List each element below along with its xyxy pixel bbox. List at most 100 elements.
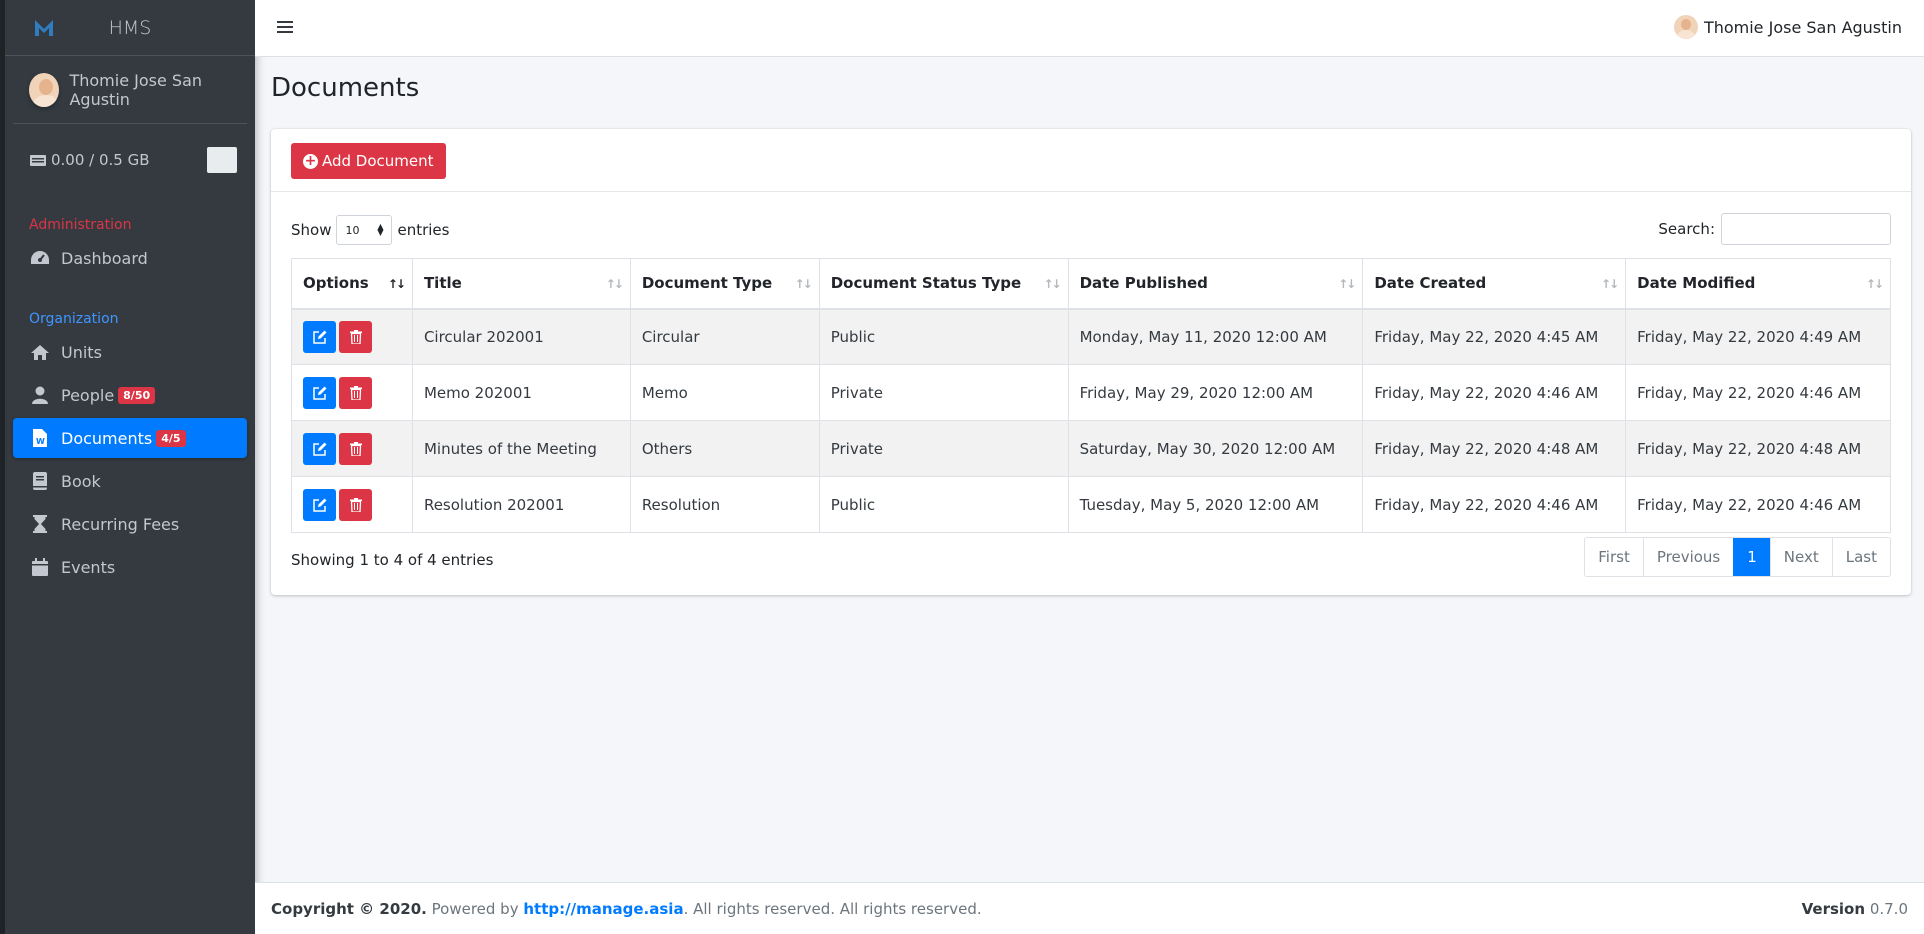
table-row: Circular 202001 Circular Public Monday, … [291, 308, 1891, 365]
sidebar-item-people[interactable]: People 8/50 [13, 375, 247, 415]
type-cell: Memo [629, 364, 820, 421]
footer-version: Version 0.7.0 [1802, 900, 1908, 918]
pager-last[interactable]: Last [1831, 538, 1890, 576]
entries-label: entries [397, 221, 450, 239]
status-cell: Private [818, 364, 1069, 421]
options-cell [291, 476, 413, 533]
calendar-icon [29, 557, 51, 577]
plus-circle-icon: + [303, 152, 318, 169]
documents-count-badge: 4/5 [156, 429, 186, 447]
top-user-name: Thomie Jose San Agustin [1703, 17, 1902, 37]
version-number: 0.7.0 [1869, 899, 1908, 918]
delete-button[interactable] [339, 376, 372, 409]
pager-previous[interactable]: Previous [1642, 538, 1733, 576]
sidebar-item-label: People [61, 385, 115, 405]
nav-header-administration: Administration [29, 217, 132, 233]
edit-button[interactable] [303, 432, 336, 465]
sidebar-item-label: Dashboard [61, 248, 148, 268]
svg-text:W: W [36, 437, 45, 446]
documents-card: + Add Document Show 10 ▲ ▼ entries Search… [271, 129, 1911, 595]
sidebar-item-dashboard[interactable]: Dashboard [13, 238, 247, 278]
edit-icon [312, 386, 326, 400]
column-header-title[interactable]: Title ↑↓ [411, 258, 631, 310]
sidebar-item-documents[interactable]: W Documents 4/5 [13, 418, 247, 458]
sidebar: HMS Thomie Jose San Agustin 0.00 / 0.5 G… [0, 0, 255, 934]
column-header-document-type[interactable]: Document Type ↑↓ [629, 258, 820, 310]
type-cell: Resolution [629, 476, 820, 533]
table-search: Search: [1658, 213, 1891, 245]
delete-button[interactable] [339, 432, 372, 465]
edit-button[interactable] [303, 320, 336, 353]
search-label: Search: [1658, 220, 1715, 238]
column-header-date-modified[interactable]: Date Modified ↑↓ [1625, 258, 1891, 310]
card-header: + Add Document [271, 129, 1911, 192]
pagination: First Previous 1 Next Last [1584, 537, 1891, 577]
table-row: Resolution 202001 Resolution Public Tues… [291, 476, 1891, 533]
hourglass-icon [29, 514, 51, 534]
status-cell: Public [818, 476, 1069, 533]
brand[interactable]: HMS [5, 0, 255, 56]
modified-cell: Friday, May 22, 2020 4:49 AM [1625, 308, 1891, 365]
main-content: Documents + Add Document Show 10 ▲ ▼ entr… [255, 57, 1924, 883]
add-document-label: Add Document [322, 152, 434, 170]
nav-header-organization: Organization [29, 311, 119, 327]
column-header-date-published[interactable]: Date Published ↑↓ [1067, 258, 1364, 310]
pager-first[interactable]: First [1585, 538, 1643, 576]
sidebar-item-label: Documents [61, 428, 153, 448]
storage-indicator [207, 147, 237, 173]
pager-next[interactable]: Next [1769, 538, 1832, 576]
avatar [1673, 15, 1698, 39]
options-cell [291, 364, 413, 421]
pager-page-1[interactable]: 1 [1733, 538, 1770, 576]
modified-cell: Friday, May 22, 2020 4:46 AM [1625, 476, 1891, 533]
table-header-row: Options ↑↓ Title ↑↓ Document Type ↑↓ Docume… [291, 258, 1891, 310]
column-header-date-created[interactable]: Date Created ↑↓ [1362, 258, 1627, 310]
sidebar-item-label: Recurring Fees [61, 514, 180, 534]
book-icon [29, 471, 51, 491]
user-icon [29, 385, 51, 405]
dashboard-icon [29, 248, 51, 268]
user-panel[interactable]: Thomie Jose San Agustin [13, 56, 247, 124]
delete-button[interactable] [339, 488, 372, 521]
column-header-options[interactable]: Options ↑↓ [291, 258, 413, 310]
brand-name: HMS [108, 16, 152, 39]
add-document-button[interactable]: + Add Document [291, 143, 446, 179]
edit-button[interactable] [303, 376, 336, 409]
type-cell: Others [629, 420, 820, 477]
home-icon [29, 342, 51, 362]
trash-icon [349, 497, 362, 512]
status-cell: Public [818, 308, 1069, 365]
hdd-icon [30, 155, 46, 166]
delete-button[interactable] [339, 320, 372, 353]
trash-icon [349, 329, 362, 344]
sidebar-item-book[interactable]: Book [13, 461, 247, 501]
options-cell [291, 420, 413, 477]
footer-link[interactable]: http://manage.asia [523, 900, 683, 918]
version-label: Version [1801, 899, 1866, 918]
top-navbar: Thomie Jose San Agustin [255, 0, 1924, 57]
column-header-document-status-type[interactable]: Document Status Type ↑↓ [818, 258, 1069, 310]
title-cell: Circular 202001 [411, 308, 631, 365]
sort-icon: ↑↓ [1338, 277, 1356, 291]
storage-usage: 0.00 / 0.5 GB [5, 124, 255, 196]
modified-cell: Friday, May 22, 2020 4:48 AM [1625, 420, 1891, 477]
entries-length: Show 10 ▲ ▼ entries [291, 215, 449, 245]
avatar [29, 72, 60, 107]
table-info: Showing 1 to 4 of 4 entries [291, 551, 494, 569]
sort-icon: ↑↓ [1601, 277, 1619, 291]
sort-icon: ↑↓ [1043, 277, 1061, 291]
sidebar-item-recurring-fees[interactable]: Recurring Fees [13, 504, 247, 544]
menu-toggle-icon[interactable] [277, 18, 293, 38]
created-cell: Friday, May 22, 2020 4:46 AM [1362, 364, 1627, 421]
published-cell: Tuesday, May 5, 2020 12:00 AM [1067, 476, 1364, 533]
entries-select[interactable]: 10 ▲ ▼ [336, 215, 393, 245]
user-menu[interactable]: Thomie Jose San Agustin [1673, 15, 1902, 39]
sidebar-item-events[interactable]: Events [13, 547, 247, 587]
table-row: Minutes of the Meeting Others Private Sa… [291, 420, 1891, 477]
people-count-badge: 8/50 [118, 386, 156, 404]
footer-rights: . All rights reserved. All rights reserv… [683, 899, 982, 918]
edit-icon [312, 330, 326, 344]
edit-button[interactable] [303, 488, 336, 521]
sidebar-item-units[interactable]: Units [13, 332, 247, 372]
search-input[interactable] [1721, 213, 1891, 245]
